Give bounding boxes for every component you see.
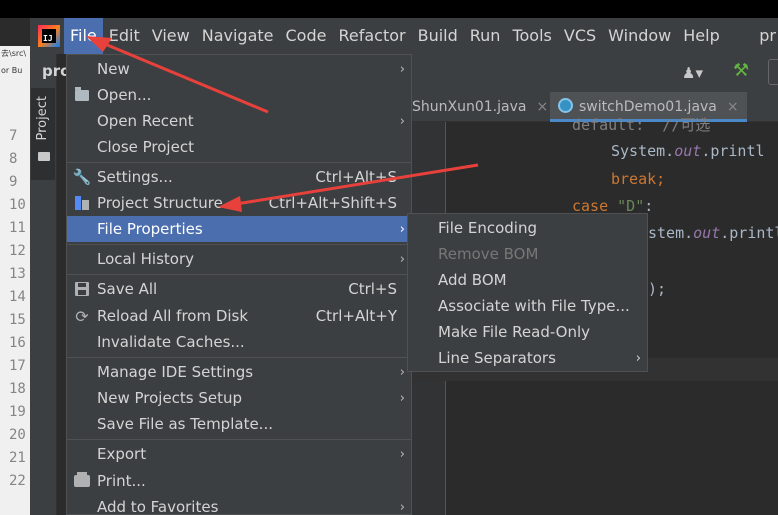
menu-separator — [67, 357, 411, 358]
background-path-text: 去\src\ — [1, 49, 27, 58]
line-number: 19 — [9, 404, 26, 420]
line-number: 17 — [9, 358, 26, 374]
chevron-right-icon: › — [399, 446, 405, 462]
line-number: 20 — [9, 427, 26, 443]
submenu-item-line-separators[interactable]: Line Separators › — [408, 345, 647, 371]
menu-item-save-all[interactable]: Save All Ctrl+S — [67, 276, 411, 302]
submenu-item-add-bom[interactable]: Add BOM — [408, 267, 647, 293]
intellij-logo-icon[interactable]: IJ — [38, 25, 60, 47]
menu-item-save-as-template[interactable]: Save File as Template... — [67, 411, 411, 437]
menu-view[interactable]: View — [146, 18, 196, 54]
menu-item-print[interactable]: Print... — [67, 468, 411, 494]
user-icon[interactable]: ♟▾ — [682, 64, 703, 82]
chevron-right-icon: › — [635, 350, 641, 366]
chevron-right-icon: › — [399, 61, 405, 77]
line-number: 9 — [9, 174, 18, 190]
menu-item-manage-ide-settings[interactable]: Manage IDE Settings › — [67, 359, 411, 385]
project-tab-label: Project — [35, 96, 50, 141]
main-menu-bar: IJ File Edit View Navigate Code Refactor… — [30, 18, 778, 54]
line-number: 15 — [9, 312, 26, 328]
menu-item-local-history[interactable]: Local History › — [67, 246, 411, 272]
chevron-right-icon: › — [399, 499, 405, 515]
chevron-right-icon: › — [399, 221, 405, 237]
menu-item-new-projects-setup[interactable]: New Projects Setup › — [67, 385, 411, 411]
screen-top-edge — [0, 0, 778, 18]
menu-separator — [67, 162, 411, 163]
file-menu-dropdown: New › Open... Open Recent › Close Project … — [66, 54, 412, 515]
tab-shunxun01[interactable]: ShunXun01.java × — [412, 92, 548, 122]
menu-build[interactable]: Build — [412, 18, 464, 54]
line-number: 7 — [9, 128, 18, 144]
editor-toolbar — [412, 54, 778, 92]
code-line: break; — [611, 170, 666, 188]
menu-separator — [67, 244, 411, 245]
menu-vcs[interactable]: VCS — [558, 18, 602, 54]
submenu-item-associate-file-type[interactable]: Associate with File Type... — [408, 293, 647, 319]
file-properties-submenu: File Encoding Remove BOM Add BOM Associa… — [407, 213, 648, 372]
code-line: default: //可选 — [572, 116, 711, 134]
hammer-build-icon[interactable]: ⚒ — [733, 60, 749, 81]
reload-icon: ⟳ — [75, 306, 89, 326]
code-line: ); — [648, 280, 667, 298]
menu-item-settings[interactable]: 🔧 Settings... Ctrl+Alt+S — [67, 164, 411, 190]
menu-item-export[interactable]: Export › — [67, 441, 411, 467]
submenu-item-make-read-only[interactable]: Make File Read-Only — [408, 319, 647, 345]
close-icon[interactable]: × — [727, 99, 739, 115]
chevron-right-icon: › — [399, 113, 405, 129]
submenu-item-file-encoding[interactable]: File Encoding — [408, 215, 647, 241]
menu-separator — [67, 439, 411, 440]
line-number: 13 — [9, 266, 26, 282]
line-number: 21 — [9, 450, 26, 466]
menu-item-open[interactable]: Open... — [67, 82, 411, 108]
menu-refactor[interactable]: Refactor — [332, 18, 411, 54]
line-number: 16 — [9, 335, 26, 351]
menu-separator — [67, 274, 411, 275]
chevron-right-icon: › — [399, 251, 405, 267]
wrench-icon: 🔧 — [72, 168, 92, 186]
code-line: stem.out.printl — [648, 224, 778, 242]
chevron-right-icon: › — [399, 364, 405, 380]
menu-file[interactable]: File — [64, 18, 103, 54]
window-title: pr — [759, 26, 776, 45]
project-tool-tab[interactable]: Project — [31, 88, 55, 180]
menu-navigate[interactable]: Navigate — [196, 18, 280, 54]
print-icon — [74, 472, 90, 487]
run-config-box[interactable] — [768, 59, 778, 85]
line-number: 18 — [9, 381, 26, 397]
line-number: 12 — [9, 243, 26, 259]
folder-icon — [38, 152, 50, 161]
menu-item-reload-all[interactable]: ⟳ Reload All from Disk Ctrl+Alt+Y — [67, 303, 411, 329]
folder-icon — [75, 86, 89, 101]
line-number: 8 — [9, 151, 18, 167]
menu-code[interactable]: Code — [280, 18, 333, 54]
tab-label: ShunXun01.java — [412, 99, 527, 115]
background-line-numbers: 7 8 9 10 11 12 13 14 15 16 17 18 19 20 2… — [0, 125, 30, 493]
project-structure-icon — [75, 196, 89, 210]
menu-item-add-to-favorites[interactable]: Add to Favorites › — [67, 494, 411, 515]
code-line: System.out.printl — [611, 142, 765, 160]
menu-item-invalidate-caches[interactable]: Invalidate Caches... — [67, 329, 411, 355]
menu-item-project-structure[interactable]: Project Structure... Ctrl+Alt+Shift+S — [67, 190, 411, 216]
menu-run[interactable]: Run — [464, 18, 507, 54]
chevron-right-icon: › — [399, 390, 405, 406]
menu-item-open-recent[interactable]: Open Recent › — [67, 108, 411, 134]
tab-label: switchDemo01.java — [579, 99, 717, 115]
close-icon[interactable]: × — [536, 99, 548, 115]
menu-help[interactable]: Help — [677, 18, 725, 54]
line-number: 11 — [9, 220, 26, 236]
background-toolbar-text: or Bu — [1, 66, 23, 75]
java-class-icon — [558, 98, 573, 113]
submenu-item-remove-bom: Remove BOM — [438, 245, 539, 263]
line-number: 22 — [9, 473, 26, 489]
line-number: 14 — [9, 289, 26, 305]
menu-tools[interactable]: Tools — [506, 18, 557, 54]
menu-edit[interactable]: Edit — [103, 18, 146, 54]
menu-item-new[interactable]: New › — [67, 56, 411, 82]
save-icon — [75, 282, 89, 296]
line-number: 10 — [9, 197, 26, 213]
menu-item-file-properties[interactable]: File Properties › — [67, 216, 411, 242]
menu-window[interactable]: Window — [602, 18, 677, 54]
menu-item-close-project[interactable]: Close Project — [67, 134, 411, 160]
